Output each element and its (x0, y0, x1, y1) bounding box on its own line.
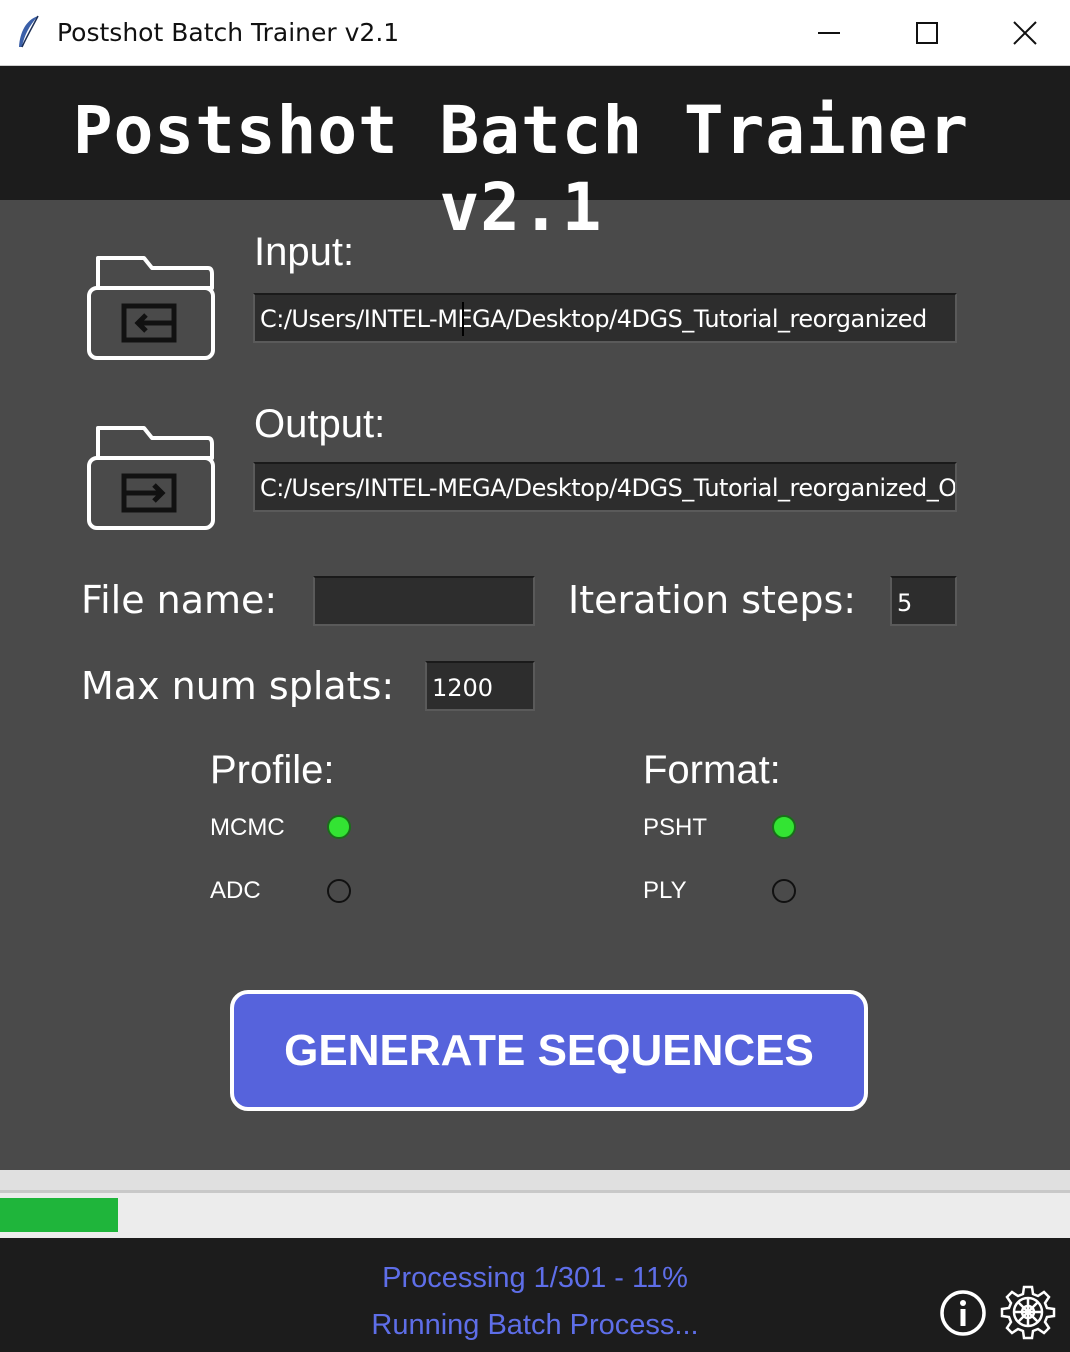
max-splats-input[interactable]: 1200 (425, 661, 535, 711)
text-cursor (462, 302, 464, 336)
close-button[interactable] (976, 0, 1070, 66)
output-path-field[interactable]: C:/Users/INTEL-MEGA/Desktop/4DGS_Tutoria… (253, 462, 957, 512)
iteration-steps-input[interactable]: 5 (890, 576, 957, 626)
status-progress-text: Processing 1/301 - 11% (382, 1262, 688, 1294)
generate-sequences-button[interactable]: GENERATE SEQUENCES (230, 990, 868, 1111)
profile-option-adc-label: ADC (210, 877, 261, 904)
iteration-steps-label: Iteration steps: (568, 578, 857, 622)
gear-icon[interactable] (1000, 1284, 1056, 1340)
feather-icon (19, 15, 39, 48)
app-header: Postshot Batch Trainer v2.1 (0, 66, 1070, 246)
format-option-ply-label: PLY (643, 877, 687, 904)
progress-bar (0, 1170, 1070, 1238)
format-label: Format: (643, 748, 781, 792)
status-message-text: Running Batch Process... (371, 1309, 699, 1341)
folder-export-icon[interactable] (86, 416, 216, 531)
minimize-icon (818, 32, 840, 34)
file-name-label: File name: (81, 578, 278, 622)
close-icon (1013, 21, 1037, 45)
app-title: Postshot Batch Trainer v2.1 (72, 92, 970, 246)
profile-label: Profile: (210, 748, 335, 792)
input-label: Input: (254, 230, 355, 274)
maximize-button[interactable] (878, 0, 976, 66)
format-option-psht-label: PSHT (643, 814, 708, 841)
profile-radio-adc[interactable] (327, 879, 351, 903)
window-titlebar: Postshot Batch Trainer v2.1 (0, 0, 1070, 66)
folder-import-icon[interactable] (86, 246, 216, 361)
format-radio-psht[interactable] (772, 815, 796, 839)
profile-radio-mcmc[interactable] (327, 815, 351, 839)
progress-divider (0, 1190, 1070, 1193)
profile-option-mcmc-label: MCMC (210, 814, 285, 841)
format-radio-ply[interactable] (772, 879, 796, 903)
file-name-input[interactable] (313, 576, 535, 626)
input-path-field[interactable]: C:/Users/INTEL-MEGA/Desktop/4DGS_Tutoria… (253, 293, 957, 343)
progress-fill (0, 1198, 118, 1232)
max-splats-label: Max num splats: (81, 664, 395, 708)
output-label: Output: (254, 402, 386, 446)
info-icon[interactable] (938, 1288, 988, 1338)
maximize-icon (916, 22, 938, 44)
window-title: Postshot Batch Trainer v2.1 (57, 18, 400, 47)
minimize-button[interactable] (780, 0, 878, 66)
